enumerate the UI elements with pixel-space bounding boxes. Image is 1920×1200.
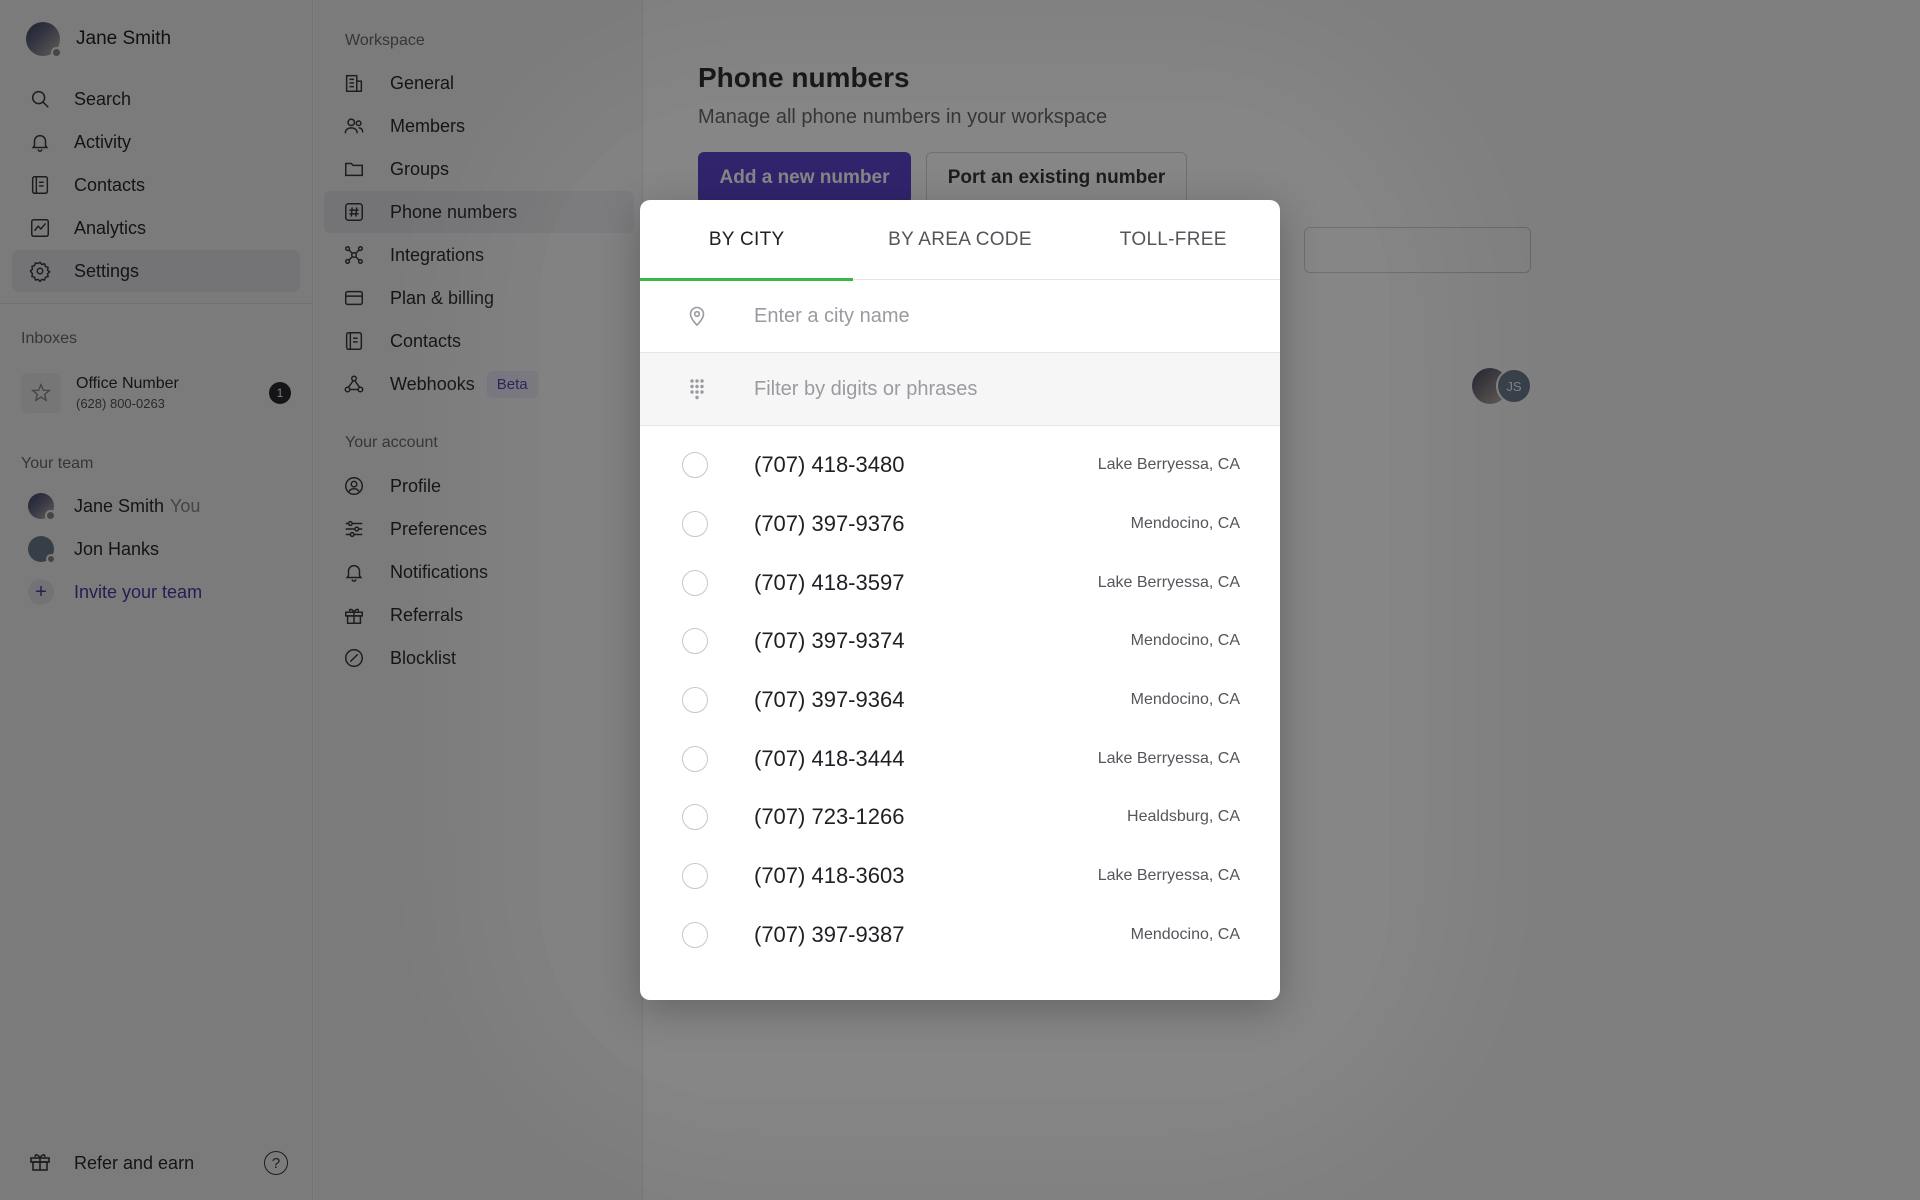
number-picker-modal: BY CITY BY AREA CODE TOLL-FREE (707) 418… [640, 200, 1280, 1000]
phone-number: (707) 397-9387 [754, 921, 905, 947]
radio-button[interactable] [682, 569, 708, 596]
number-city: Lake Berryessa, CA [1097, 749, 1240, 767]
digits-filter-input[interactable] [754, 377, 1234, 401]
number-city: Healdsburg, CA [1127, 808, 1240, 826]
phone-number: (707) 418-3480 [754, 452, 905, 478]
radio-button[interactable] [682, 628, 708, 655]
number-city: Lake Berryessa, CA [1097, 456, 1240, 474]
filter-field-row [640, 353, 1280, 426]
number-list[interactable]: (707) 418-3480 Lake Berryessa, CA (707) … [640, 426, 1280, 993]
keypad-icon [640, 377, 754, 401]
number-city: Lake Berryessa, CA [1097, 573, 1240, 591]
radio-button[interactable] [682, 863, 708, 890]
radio-button[interactable] [682, 687, 708, 714]
city-field-row [640, 280, 1280, 353]
list-item[interactable]: (707) 397-9387 Mendocino, CA [640, 906, 1280, 965]
radio-button[interactable] [682, 921, 708, 948]
tab-toll-free[interactable]: TOLL-FREE [1067, 200, 1280, 280]
phone-number: (707) 723-1266 [754, 804, 905, 830]
list-item[interactable]: (707) 418-3597 Lake Berryessa, CA [640, 553, 1280, 612]
radio-button[interactable] [682, 511, 708, 538]
list-item[interactable]: (707) 397-9374 Mendocino, CA [640, 612, 1280, 671]
tab-by-area-code[interactable]: BY AREA CODE [853, 200, 1066, 280]
modal-tabs: BY CITY BY AREA CODE TOLL-FREE [640, 200, 1280, 281]
radio-button[interactable] [682, 452, 708, 479]
list-item[interactable]: (707) 418-3480 Lake Berryessa, CA [640, 436, 1280, 495]
location-pin-icon [640, 304, 754, 328]
number-city: Mendocino, CA [1130, 632, 1240, 650]
radio-button[interactable] [682, 745, 708, 772]
number-city: Lake Berryessa, CA [1097, 867, 1240, 885]
phone-number: (707) 418-3444 [754, 745, 905, 771]
number-city: Mendocino, CA [1130, 925, 1240, 943]
phone-number: (707) 397-9374 [754, 628, 905, 654]
list-item[interactable]: (707) 723-1266 Healdsburg, CA [640, 788, 1280, 847]
tab-by-city[interactable]: BY CITY [640, 200, 854, 281]
phone-number: (707) 397-9364 [754, 687, 905, 713]
list-item[interactable]: (707) 397-9376 Mendocino, CA [640, 495, 1280, 554]
phone-number: (707) 418-3603 [754, 863, 905, 889]
phone-number: (707) 397-9376 [754, 511, 905, 537]
number-city: Mendocino, CA [1130, 691, 1240, 709]
number-city: Mendocino, CA [1130, 515, 1240, 533]
radio-button[interactable] [682, 804, 708, 831]
list-item[interactable]: (707) 418-3603 Lake Berryessa, CA [640, 847, 1280, 906]
list-item[interactable]: (707) 418-3444 Lake Berryessa, CA [640, 729, 1280, 788]
list-item[interactable]: (707) 397-9364 Mendocino, CA [640, 671, 1280, 730]
city-input[interactable] [754, 304, 1234, 328]
phone-number: (707) 418-3597 [754, 569, 905, 595]
